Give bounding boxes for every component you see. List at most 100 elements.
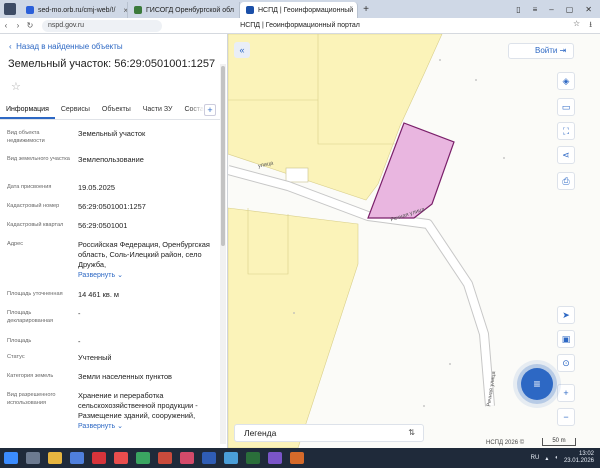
start-icon[interactable] [4, 452, 18, 464]
object-title: Земельный участок: 56:29:0501001:1257 [8, 58, 216, 70]
excel-icon[interactable] [246, 452, 260, 464]
network-icon[interactable]: ▴ [545, 455, 548, 462]
attr-value: Земли населенных пунктов [78, 372, 172, 381]
select-icon: ⛶ [562, 126, 570, 136]
basemap-button[interactable]: ▣ [557, 330, 575, 348]
bookmark-icon[interactable]: ☆ [573, 19, 580, 33]
more-tabs-button[interactable]: + [204, 104, 216, 116]
attr-value: - [78, 337, 81, 346]
login-icon: ⇥ [559, 46, 567, 55]
reload-icon[interactable]: ↻ [24, 21, 36, 30]
attr-value: Хранение и переработка сельскохозяйствен… [78, 391, 198, 420]
scale-bar: 50 m [542, 438, 576, 446]
map-point [475, 79, 477, 81]
tab-favicon-icon [26, 6, 34, 14]
browser-menu-icon[interactable] [4, 3, 16, 15]
copyright: НСПД 2026 © [486, 440, 525, 446]
bookmarks-icon[interactable]: ▯ [516, 5, 520, 14]
object-info-panel: ‹ Назад в найденные объекты Земельный уч… [0, 34, 228, 448]
share-button[interactable]: ⋖ [557, 146, 575, 164]
download-icon[interactable]: ⭳ [589, 19, 592, 33]
url-field[interactable]: nspd.gov.ru [42, 19, 162, 32]
forward-icon[interactable]: › [12, 21, 24, 30]
address-bar-actions: ☆ ⭳ [573, 19, 600, 33]
maximize-icon[interactable]: ▢ [566, 5, 574, 14]
login-button[interactable]: Войти ⇥ [508, 43, 574, 59]
volume-icon[interactable]: ◖ [554, 455, 558, 461]
app-icon[interactable] [224, 452, 238, 464]
panel-scrollbar[interactable] [220, 64, 226, 444]
attr-key: Кадастровый квартал [7, 222, 64, 228]
tab-sed[interactable]: sed-mo.orb.ru/cmj-web/!/ × [20, 2, 128, 18]
select-area-button[interactable]: ⛶ [557, 122, 575, 140]
zone-lower [228, 207, 359, 448]
navigation-arrow-icon: ➤ [562, 310, 570, 320]
expand-usage-link[interactable]: Развернуть ⌄ [78, 422, 123, 432]
layers-icon: ◈ [562, 76, 570, 86]
language-indicator[interactable]: RU [531, 455, 540, 461]
chevron-down-icon: ⌄ [117, 272, 123, 279]
back-icon[interactable]: ‹ [0, 21, 12, 30]
tab-objects[interactable]: Объекты [96, 102, 137, 119]
back-to-results-link[interactable]: ‹ Назад в найденные объекты [9, 42, 123, 51]
attr-key: Дата присвоения [7, 184, 52, 190]
tab-favicon-icon [134, 6, 142, 14]
attr-key: Вид разрешенного использования [7, 392, 56, 406]
share-icon: ⋖ [562, 150, 570, 160]
minus-icon: − [563, 412, 569, 422]
yandex-icon[interactable] [92, 452, 106, 464]
card-button[interactable]: ▭ [557, 98, 575, 116]
tab-gisogd[interactable]: ГИСОГД Оренбургской обл × [128, 2, 240, 18]
zoom-in-button[interactable]: + [557, 384, 575, 402]
tab-label: sed-mo.orb.ru/cmj-web/!/ [38, 6, 116, 14]
menu-icon[interactable]: ≡ [533, 5, 538, 14]
legend-label: Легенда [244, 428, 277, 438]
tab-label: НСПД | Геоинформационный [258, 6, 354, 14]
locate-button[interactable]: ➤ [557, 306, 575, 324]
attr-key: Площадь декларированная [7, 310, 54, 324]
clock[interactable]: 13:02 23.01.2026 [564, 451, 594, 465]
app-icon[interactable] [70, 452, 84, 464]
app-icon[interactable] [290, 452, 304, 464]
app-icon[interactable] [180, 452, 194, 464]
tab-nspd[interactable]: НСПД | Геоинформационный × [240, 2, 358, 18]
building [285, 167, 309, 183]
explorer-icon[interactable] [48, 452, 62, 464]
attr-key: Вид объекта недвижимости [7, 130, 45, 144]
scrollbar-thumb[interactable] [221, 66, 225, 246]
map-view[interactable]: улица Речная улица Речная улица « Войти … [228, 34, 600, 448]
layers-button[interactable]: ◈ [557, 72, 575, 90]
browser-icon[interactable] [114, 452, 128, 464]
new-tab-button[interactable]: + [358, 4, 374, 15]
print-button[interactable]: ⎙ [557, 172, 575, 190]
attr-value: - [78, 309, 81, 318]
geolocation-button[interactable]: ⊙ [557, 354, 575, 372]
attr-value: 14 461 кв. м [78, 290, 120, 299]
zoom-out-button[interactable]: − [557, 408, 575, 426]
word-icon[interactable] [202, 452, 216, 464]
map-point [449, 363, 451, 365]
collapse-panel-button[interactable]: « [234, 42, 250, 58]
legend-bar[interactable]: Легенда ⇅ [234, 424, 424, 442]
browser-window: sed-mo.orb.ru/cmj-web/!/ × ГИСОГД Оренбу… [0, 0, 600, 448]
expand-address-link[interactable]: Развернуть ⌄ [78, 271, 123, 281]
tab-services[interactable]: Сервисы [55, 102, 96, 119]
app-icon[interactable] [158, 452, 172, 464]
search-icon[interactable] [26, 452, 40, 464]
info-tabs: Информация Сервисы Объекты Части ЗУ Сост… [0, 102, 220, 120]
minimize-icon[interactable]: – [549, 5, 553, 14]
attr-key: Кадастровый номер [7, 203, 60, 209]
expand-label: Развернуть [78, 423, 116, 430]
tab-parts[interactable]: Части ЗУ [137, 102, 179, 119]
tab-info[interactable]: Информация [0, 102, 55, 119]
close-window-icon[interactable]: ✕ [585, 5, 592, 14]
attr-key: Категория земель [7, 373, 54, 379]
card-icon: ▭ [561, 102, 571, 112]
expand-label: Развернуть [78, 272, 116, 279]
basemap-icon: ▣ [561, 334, 571, 344]
assistant-fab[interactable]: ≡ [521, 368, 553, 400]
app-icon[interactable] [268, 452, 282, 464]
favorite-star-icon[interactable]: ☆ [11, 80, 21, 93]
map-point [423, 405, 425, 407]
app-icon[interactable] [136, 452, 150, 464]
